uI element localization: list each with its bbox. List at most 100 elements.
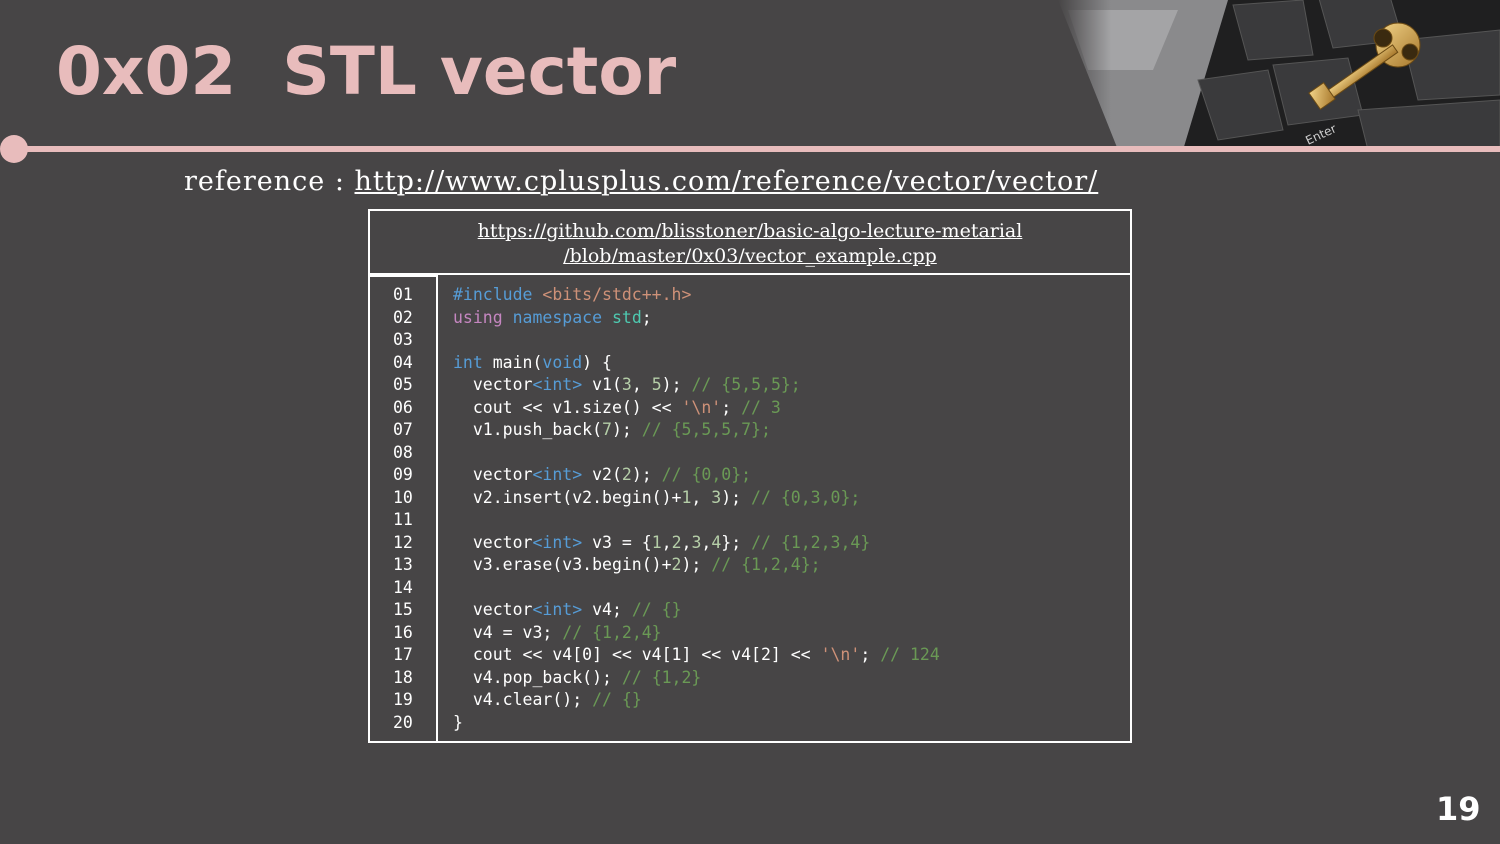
line-number: 16	[393, 622, 413, 642]
line-number: 01	[393, 285, 413, 304]
code-line: vector<int> v4; // {}	[453, 600, 682, 619]
code-token: #include	[453, 285, 543, 304]
reference-line: reference : http://www.cplusplus.com/ref…	[184, 166, 1098, 197]
code-line: cout << v4[0] << v4[1] << v4[2] << '\n';…	[453, 645, 940, 664]
code-token: 2	[671, 555, 682, 574]
code-box: https://github.com/blisstoner/basic-algo…	[368, 209, 1132, 743]
line-number: 20	[393, 712, 413, 732]
code-token: ,	[691, 487, 712, 507]
line-number: 03	[393, 330, 413, 349]
code-token: 2	[621, 465, 632, 484]
code-token: // {0,0};	[661, 465, 752, 484]
code-token: using	[453, 307, 513, 327]
code-token: main(	[492, 352, 543, 372]
code-token: 5	[651, 375, 662, 394]
line-number: 08	[393, 442, 413, 462]
source-link[interactable]: https://github.com/blisstoner/basic-algo…	[370, 211, 1130, 275]
line-number: 05	[393, 375, 413, 394]
code-token: vector	[453, 375, 533, 394]
code-token: 2	[671, 532, 682, 552]
code-token: 1	[651, 532, 662, 552]
code-token: ,	[661, 532, 672, 552]
code-line: using namespace std;	[453, 308, 662, 327]
code-token: cout << v4[0] << v4[1] << v4[2] <<	[453, 645, 821, 664]
code-token: v3.erase(v3.begin()+	[453, 555, 672, 574]
line-number: 02	[393, 307, 413, 327]
code-token: v4.pop_back();	[453, 667, 622, 687]
code-token: };	[721, 532, 752, 552]
code-token: v1.push_back(	[453, 420, 603, 439]
code-token: <int>	[532, 532, 593, 552]
code-token: v2(	[592, 465, 622, 484]
code-token: // {0,3,0};	[751, 487, 861, 507]
code-token: namespace	[512, 307, 612, 327]
code-line: v3.erase(v3.begin()+2); // {1,2,4};	[453, 555, 821, 574]
code-token: ) {	[582, 352, 612, 372]
code-line: vector<int> v2(2); // {0,0};	[453, 465, 751, 484]
code-token: '\n'	[681, 397, 722, 417]
code-token: <int>	[532, 375, 593, 394]
source-link-line1[interactable]: https://github.com/blisstoner/basic-algo…	[370, 219, 1130, 244]
code-token: // {1,2,4};	[711, 555, 821, 574]
code-token: v2.insert(v2.begin()+	[453, 487, 682, 507]
code-line: v4.pop_back(); // {1,2}	[453, 667, 702, 687]
line-number: 04	[393, 352, 413, 372]
code-line: vector<int> v1(3, 5); // {5,5,5};	[453, 375, 801, 394]
line-number: 06	[393, 397, 413, 417]
line-number: 19	[393, 690, 413, 709]
code-token: cout << v1.size() <<	[453, 397, 682, 417]
code-token: <bits/stdc++.h>	[542, 285, 692, 304]
code-token: v4.clear();	[453, 690, 593, 709]
source-link-line2[interactable]: /blob/master/0x03/vector_example.cpp	[370, 244, 1130, 269]
line-number: 13	[393, 555, 413, 574]
code-line: v1.push_back(7); // {5,5,5,7};	[453, 420, 771, 439]
code-token: <int>	[532, 600, 593, 619]
code-token: // {1,2,3,4}	[751, 532, 871, 552]
code-token: v4;	[592, 600, 632, 619]
reference-label: reference :	[184, 166, 345, 197]
code-token: // {}	[592, 690, 642, 709]
line-number: 17	[393, 645, 413, 664]
code-token: vector	[453, 532, 533, 552]
code-line: }	[453, 713, 463, 732]
code-token: v3 = {	[592, 532, 652, 552]
line-number: 18	[393, 667, 413, 687]
code-token: vector	[453, 600, 533, 619]
code-token: 3	[711, 487, 722, 507]
title-divider	[14, 146, 1500, 152]
page-number: 19	[1436, 790, 1481, 828]
divider-dot	[0, 135, 28, 163]
code-token: vector	[453, 465, 533, 484]
code-token: );	[681, 555, 712, 574]
code-line: vector<int> v3 = {1,2,3,4}; // {1,2,3,4}	[453, 533, 870, 552]
code-token: 3	[621, 375, 632, 394]
line-number: 11	[393, 510, 413, 529]
code-token: ;	[721, 397, 742, 417]
code-line: v2.insert(v2.begin()+1, 3); // {0,3,0};	[453, 488, 860, 507]
line-number: 10	[393, 487, 413, 507]
code-line: #include <bits/stdc++.h>	[453, 285, 691, 304]
code-line: v4.clear(); // {}	[453, 690, 642, 709]
code-token: 3	[691, 532, 702, 552]
line-number: 07	[393, 420, 413, 439]
code-token: );	[631, 465, 662, 484]
code-token: ;	[641, 307, 662, 327]
code-token: v1(	[592, 375, 622, 394]
line-number: 09	[393, 465, 413, 484]
line-number: 12	[393, 532, 413, 552]
code-token: int	[453, 352, 493, 372]
code-token: );	[611, 420, 642, 439]
line-number: 15	[393, 600, 413, 619]
code-token: // {1,2}	[621, 667, 702, 687]
keyboard-key-image: Enter	[1058, 0, 1500, 150]
code-token: <int>	[532, 465, 593, 484]
code-line: v4 = v3; // {1,2,4}	[453, 623, 662, 642]
slide: Enter 0x02 STL vector reference : http:/…	[0, 0, 1500, 844]
slide-title: 0x02 STL vector	[56, 33, 677, 110]
code-line: int main(void) {	[453, 353, 612, 372]
reference-link[interactable]: http://www.cplusplus.com/reference/vecto…	[355, 166, 1099, 197]
code-token: void	[542, 352, 583, 372]
code-token: ,	[631, 375, 652, 394]
code-line: cout << v1.size() << '\n'; // 3	[453, 398, 781, 417]
code-token: ,	[701, 532, 712, 552]
